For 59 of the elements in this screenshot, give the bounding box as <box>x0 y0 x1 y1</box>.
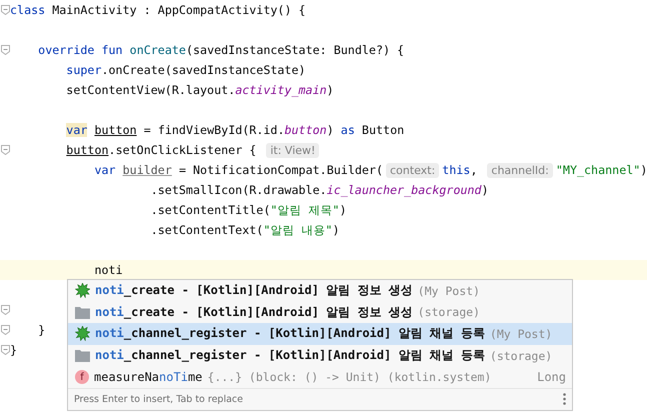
parameter-hint: context: <box>386 162 440 178</box>
string-literal: "알림 제목" <box>270 202 340 218</box>
code-text: noti <box>94 263 123 277</box>
code-text: ) <box>332 223 340 237</box>
variable-name: button <box>66 143 109 157</box>
variable-name: builder <box>122 163 172 177</box>
code-text: , <box>470 163 478 177</box>
folder-icon <box>75 306 90 319</box>
keyword: class <box>10 3 46 17</box>
function-name: onCreate <box>130 43 186 57</box>
code-text: Button <box>362 123 404 137</box>
string-literal: "MY_channel" <box>556 163 640 177</box>
keyword: override fun <box>38 43 123 57</box>
completion-item[interactable]: noti_create - [Kotlin][Android] 알림 정보 생성 (storage) <box>68 302 572 324</box>
folder-icon <box>75 349 90 362</box>
fold-marker-icon[interactable] <box>0 45 10 55</box>
code-text: } <box>10 343 18 357</box>
fold-marker-icon[interactable] <box>0 305 10 315</box>
code-text: .onCreate(savedInstanceState) <box>101 63 306 77</box>
more-menu-icon[interactable] <box>563 393 566 406</box>
code-text: MainActivity : AppCompatActivity() { <box>52 3 306 17</box>
code-text: .setOnClickListener { <box>108 143 258 157</box>
code-text: setContentView(R.layout. <box>66 83 236 97</box>
completion-item[interactable]: noti_channel_register - [Kotlin][Android] 알림 채널 등록 (My Post) <box>68 323 572 345</box>
parameter-hint: channelId: <box>487 162 553 178</box>
completion-item[interactable]: f measureNanoTime {...} (block: () -> Unit) (kotlin.system) Long <box>68 366 572 388</box>
hint-text: Press Enter to insert, Tab to replace <box>74 394 243 405</box>
gear-burst-icon <box>75 326 90 342</box>
code-text: ) <box>640 163 647 177</box>
field-name: ic_launcher_background <box>326 183 482 197</box>
code-text: } <box>38 323 46 337</box>
code-text: = NotificationCompat.Builder( <box>178 163 383 177</box>
completion-item[interactable]: noti_create - [Kotlin][Android] 알림 정보 생성 (My Post) <box>68 280 572 302</box>
code-text: ) <box>339 203 347 217</box>
parameter-hint: it: View! <box>266 142 320 158</box>
code-text: ) <box>481 183 489 197</box>
field-name: activity_main <box>235 83 327 97</box>
code-text: ) <box>326 83 334 97</box>
code-text: .setContentText( <box>150 223 264 237</box>
string-literal: "알림 내용" <box>263 222 332 238</box>
fold-marker-icon[interactable] <box>0 145 10 155</box>
variable-name: button <box>94 123 137 137</box>
code-text: = findViewById(R.id. <box>144 123 284 137</box>
keyword: this <box>442 163 470 177</box>
keyword: super <box>66 63 102 77</box>
keyword: var <box>66 123 88 137</box>
completion-item[interactable]: noti_channel_register - [Kotlin][Android] 알림 채널 등록 (storage) <box>68 344 572 366</box>
function-icon: f <box>75 370 89 384</box>
code-text: .setSmallIcon(R.drawable. <box>150 183 327 197</box>
fold-marker-icon[interactable] <box>0 325 10 335</box>
code-text: (savedInstanceState: Bundle?) { <box>186 43 404 57</box>
gear-burst-icon <box>75 283 90 298</box>
fold-marker-icon[interactable] <box>0 345 10 355</box>
code-text: .setContentTitle( <box>150 203 270 217</box>
code-text: ) <box>326 123 335 137</box>
keyword: var <box>94 163 116 177</box>
keyword: as <box>340 123 355 137</box>
fold-marker-icon[interactable] <box>0 5 10 15</box>
field-name: button <box>284 123 327 137</box>
